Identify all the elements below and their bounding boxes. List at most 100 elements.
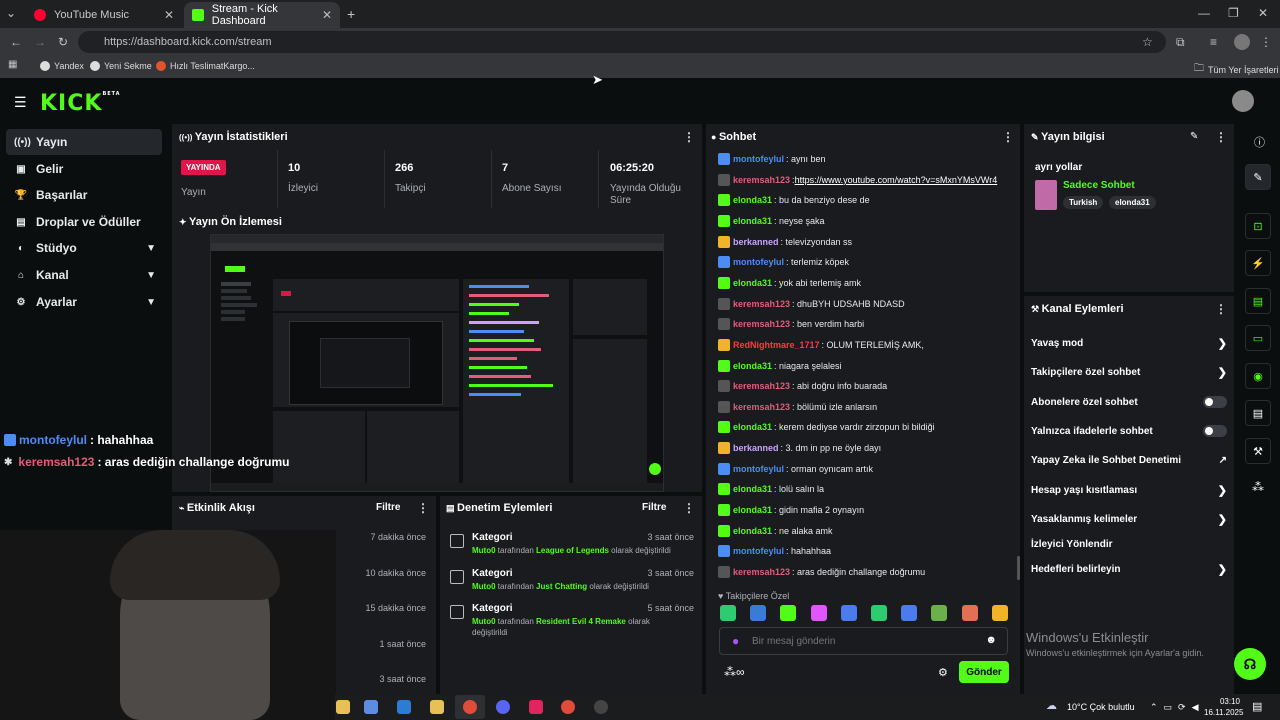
chat-settings-gear-icon[interactable]: ⚙ — [938, 666, 948, 679]
chat-username[interactable]: keremsah123 — [733, 319, 790, 329]
action-slow-mode[interactable]: Yavaş mod ❯ — [1031, 336, 1227, 350]
send-button[interactable]: Gönder — [959, 661, 1009, 683]
menu-dots-icon[interactable]: ⋮ — [1260, 35, 1272, 49]
apps-grid-icon[interactable]: ▦ — [8, 59, 17, 70]
rail-button-list[interactable]: ▤ — [1245, 400, 1271, 426]
chat-menu-icon[interactable]: ⋮ — [1002, 130, 1014, 144]
chat-input-box[interactable]: ● ☻ — [719, 627, 1008, 655]
action-goals[interactable]: Hedefleri belirleyin ❯ — [1031, 562, 1227, 576]
taskbar-discord-icon[interactable] — [496, 700, 510, 714]
channel-actions-menu-icon[interactable]: ⋮ — [1215, 302, 1227, 316]
sidebar-item-studyo[interactable]: ◐ Stüdyo ▼ — [6, 235, 162, 261]
sidebar-item-yayin[interactable]: ((•)) Yayın — [6, 129, 162, 155]
kick-logo[interactable]: KICKBETA — [40, 91, 121, 116]
profile-avatar[interactable] — [1234, 34, 1250, 50]
stream-preview-video[interactable] — [210, 234, 664, 492]
chat-username[interactable]: berkanned — [733, 237, 779, 247]
taskbar-folder-icon[interactable] — [430, 700, 444, 714]
microphone-icon[interactable]: ● — [732, 634, 739, 648]
chat-username[interactable]: elonda31 — [733, 422, 772, 432]
emotes-only-toggle[interactable] — [1203, 425, 1227, 437]
action-ai-moderation[interactable]: Yapay Zeka ile Sohbet Denetimi ↗ — [1031, 453, 1227, 467]
action-account-age[interactable]: Hesap yaşı kısıtlaması ❯ — [1031, 483, 1227, 497]
chat-link[interactable]: https://www.youtube.com/watch?v=sMxnYMsV… — [795, 175, 998, 185]
bookmark-yeni-sekme[interactable]: Yeni Sekme — [90, 61, 152, 71]
activity-menu-icon[interactable]: ⋮ — [417, 501, 429, 515]
chat-username[interactable]: keremsah123 — [733, 299, 790, 309]
forward-icon[interactable]: → — [34, 35, 46, 49]
chat-username[interactable]: keremsah123 — [733, 567, 790, 577]
action-followers-only[interactable]: Takipçilere özel sohbet ❯ — [1031, 365, 1227, 379]
reload-icon[interactable]: ↻ — [58, 35, 68, 49]
chat-username[interactable]: montofeylul — [733, 464, 784, 474]
notification-icon[interactable]: ▤ — [1252, 700, 1262, 713]
tray-icons[interactable]: ⌃▭⟳◀ — [1150, 702, 1205, 713]
emote-icon[interactable] — [840, 605, 857, 621]
rail-button-broadcast[interactable]: ◉ — [1245, 363, 1271, 389]
activity-filter-button[interactable]: Filtre — [376, 502, 400, 513]
points-rail-icon[interactable]: ⁂ — [1252, 480, 1264, 494]
moderation-filter-button[interactable]: Filtre — [642, 502, 666, 513]
emote-icon[interactable] — [871, 605, 887, 621]
chat-username[interactable]: montofeylul — [733, 154, 784, 164]
bookmark-star-icon[interactable]: ☆ — [1142, 35, 1153, 49]
close-window-icon[interactable]: ✕ — [1258, 6, 1268, 20]
rail-button-chat[interactable]: ▭ — [1245, 325, 1271, 351]
taskbar-app-icon[interactable] — [397, 700, 411, 714]
action-subs-only[interactable]: Abonelere özel sohbet — [1031, 395, 1227, 409]
support-headset-button[interactable]: ☊ — [1234, 648, 1266, 680]
sidebar-item-kanal[interactable]: ⌂ Kanal ▼ — [6, 262, 162, 288]
emote-icon[interactable] — [931, 605, 948, 621]
rail-button-wrench[interactable]: ⚒ — [1245, 438, 1271, 464]
emote-icon[interactable] — [720, 605, 736, 621]
emote-icon[interactable] — [961, 605, 978, 621]
taskbar-chrome-icon[interactable] — [463, 700, 477, 714]
hamburger-menu-icon[interactable]: ☰ — [14, 94, 27, 111]
emote-icon[interactable] — [750, 605, 767, 621]
all-bookmarks[interactable]: 🗀 Tüm Yer İşaretleri — [1194, 61, 1279, 78]
rail-button-target[interactable]: ⊡ — [1245, 213, 1271, 239]
emoji-icon[interactable]: ☻ — [985, 634, 997, 646]
sidebar-item-gelir[interactable]: ▣ Gelir — [6, 156, 162, 182]
tab-youtube-music[interactable]: YouTube Music ✕ — [26, 2, 182, 28]
info-circle-icon[interactable]: ⓘ — [1254, 134, 1265, 150]
chat-username[interactable]: keremsah123 — [733, 402, 790, 412]
url-input[interactable]: https://dashboard.kick.com/stream — [78, 31, 1166, 53]
chat-scrollbar[interactable] — [1017, 556, 1020, 580]
tab-search-icon[interactable]: ⌄ — [6, 6, 16, 20]
chat-username[interactable]: elonda31 — [733, 526, 772, 536]
maximize-icon[interactable]: ❐ — [1228, 6, 1239, 20]
edit-pencil-icon[interactable]: ✎ — [1190, 131, 1198, 142]
chat-username[interactable]: RedNightmare_1717 — [733, 340, 820, 350]
chat-username[interactable]: keremsah123 — [733, 175, 790, 185]
chat-username[interactable]: berkanned — [733, 443, 779, 453]
moderation-menu-icon[interactable]: ⋮ — [683, 501, 695, 515]
tab-kick-dashboard[interactable]: Stream - Kick Dashboard ✕ — [184, 2, 340, 28]
taskbar-app-icon[interactable] — [529, 700, 543, 714]
taskbar-obs-icon[interactable] — [594, 700, 608, 714]
minimize-icon[interactable]: — — [1198, 6, 1210, 20]
action-emotes-only[interactable]: Yalnızca ifadelerle sohbet — [1031, 424, 1227, 438]
taskbar-chrome-icon[interactable] — [561, 700, 575, 714]
stream-info-menu-icon[interactable]: ⋮ — [1215, 130, 1227, 144]
bookmark-kargo[interactable]: Hızlı TeslimatKargo... — [156, 61, 255, 71]
action-raid[interactable]: İzleyici Yönlendir — [1031, 537, 1227, 551]
rail-button-lightning[interactable]: ⚡ — [1245, 250, 1271, 276]
emote-icon[interactable] — [810, 605, 827, 621]
emote-icon[interactable] — [991, 605, 1008, 621]
close-icon[interactable]: ✕ — [164, 8, 174, 22]
taskbar-app-icon[interactable] — [364, 700, 378, 714]
points-icon[interactable]: ⁂∞ — [724, 665, 745, 679]
chat-username[interactable]: montofeylul — [733, 257, 784, 267]
rail-button-document[interactable]: ▤ — [1245, 288, 1271, 314]
category-name[interactable]: Sadece Sohbet — [1063, 180, 1135, 191]
sidebar-item-ayarlar[interactable]: ⚙ Ayarlar ▼ — [6, 289, 162, 315]
subs-only-toggle[interactable] — [1203, 396, 1227, 408]
chat-username[interactable]: elonda31 — [733, 216, 772, 226]
emote-icon[interactable] — [780, 605, 797, 621]
chat-username[interactable]: elonda31 — [733, 278, 772, 288]
chat-username[interactable]: elonda31 — [733, 484, 772, 494]
action-banned-words[interactable]: Yasaklanmış kelimeler ❯ — [1031, 512, 1227, 526]
chat-username[interactable]: elonda31 — [733, 195, 772, 205]
back-icon[interactable]: ← — [10, 35, 22, 49]
